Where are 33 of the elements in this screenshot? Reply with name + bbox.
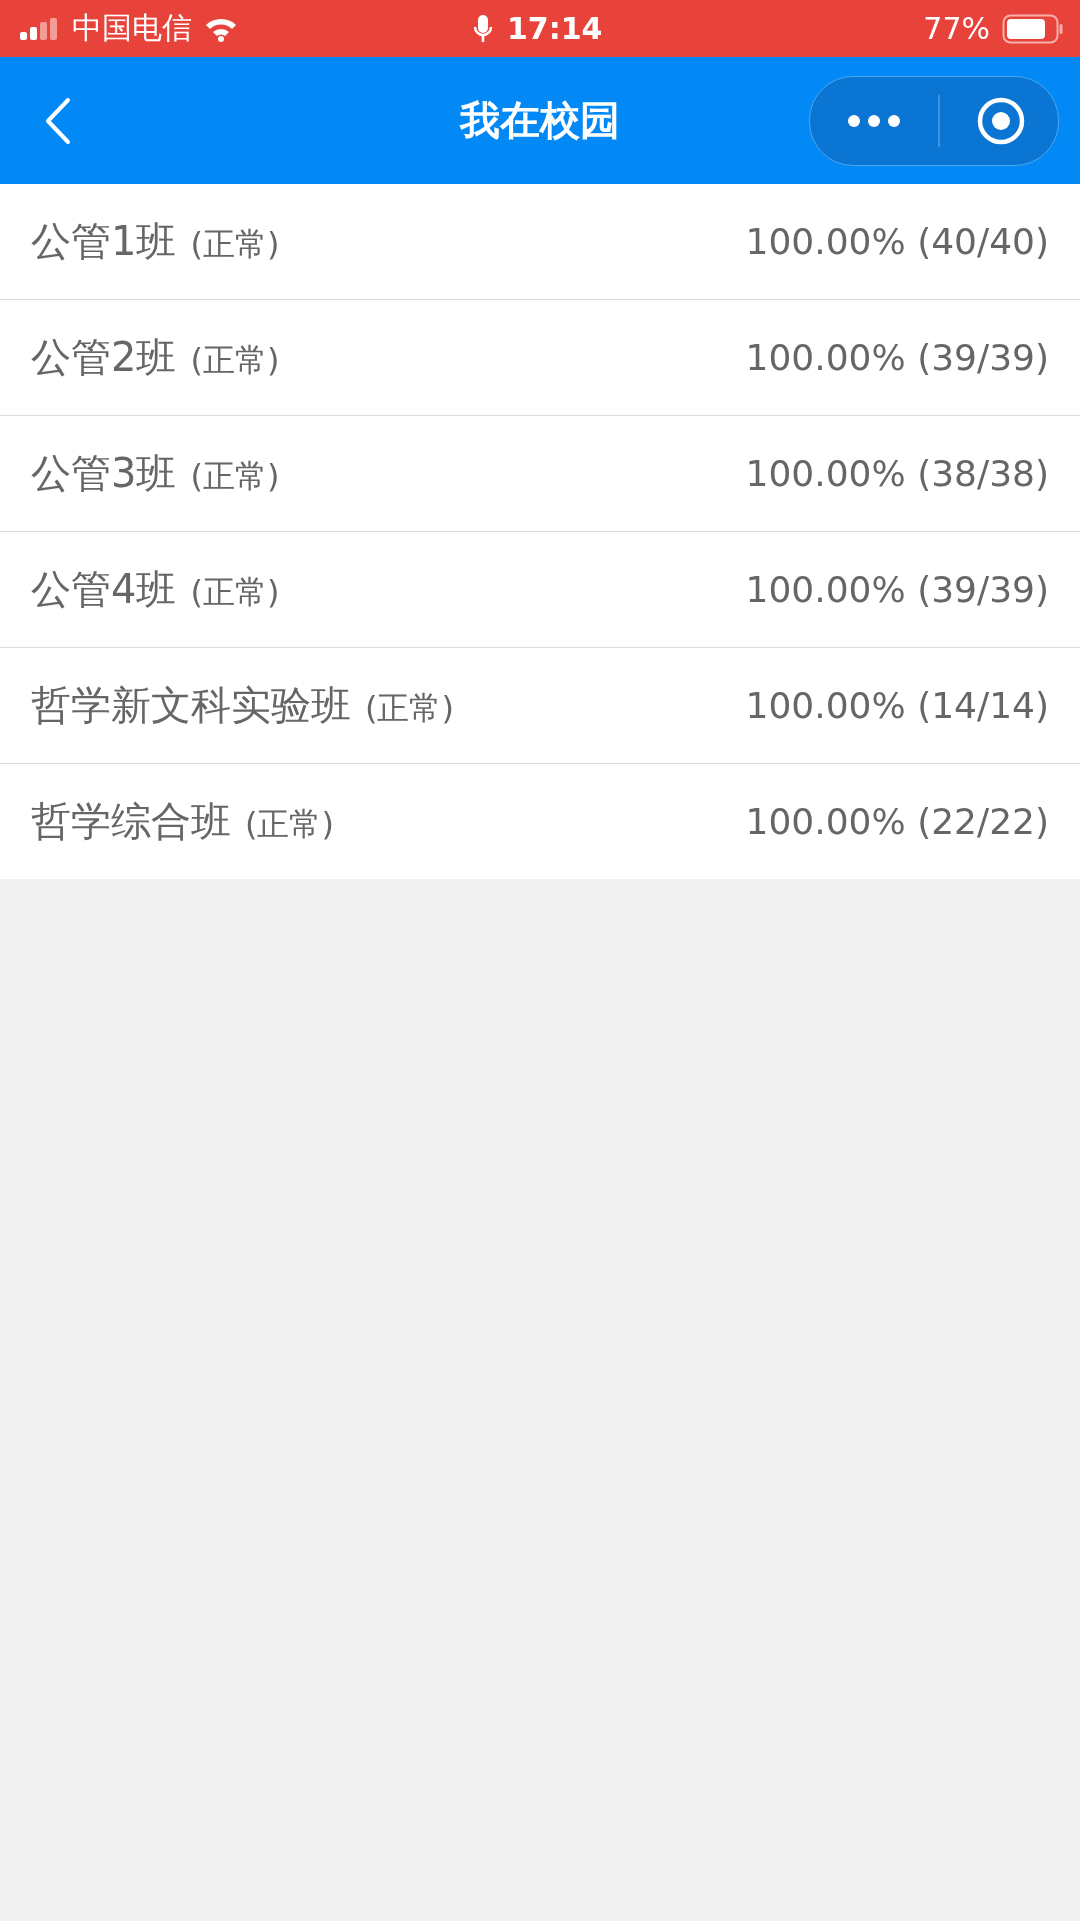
- class-name: 哲学综合班: [31, 797, 231, 846]
- class-status: (正常): [190, 572, 280, 613]
- page-title: 我在校园: [458, 96, 621, 145]
- signal-icon: [20, 17, 60, 40]
- class-row[interactable]: 公管1班 (正常) 100.00% (40/40): [0, 184, 1080, 300]
- class-row[interactable]: 公管3班 (正常) 100.00% (38/38): [0, 416, 1080, 532]
- attendance-rate: 100.00% (40/40): [745, 221, 1049, 262]
- more-button[interactable]: [846, 112, 902, 129]
- attendance-rate: 100.00% (38/38): [745, 453, 1049, 494]
- battery-icon: [1002, 13, 1064, 44]
- class-row[interactable]: 哲学新文科实验班 (正常) 100.00% (14/14): [0, 648, 1080, 764]
- class-status: (正常): [365, 688, 454, 729]
- class-name: 公管3班: [31, 449, 177, 498]
- class-row[interactable]: 公管2班 (正常) 100.00% (39/39): [0, 300, 1080, 416]
- clock-time: 17:14: [507, 11, 603, 46]
- class-row[interactable]: 哲学综合班 (正常) 100.00% (22/22): [0, 764, 1080, 879]
- battery-percent: 77%: [923, 11, 990, 46]
- attendance-rate: 100.00% (39/39): [745, 337, 1049, 378]
- microphone-icon: [473, 13, 493, 44]
- class-name: 公管2班: [31, 333, 177, 382]
- class-status: (正常): [190, 456, 280, 497]
- class-status: (正常): [245, 804, 334, 845]
- class-status: (正常): [190, 224, 280, 265]
- attendance-rate: 100.00% (14/14): [745, 685, 1049, 726]
- carrier-name: 中国电信: [72, 9, 192, 47]
- class-name: 公管1班: [31, 217, 177, 266]
- class-name: 哲学新文科实验班: [31, 681, 351, 730]
- close-button[interactable]: [976, 95, 1026, 146]
- attendance-rate: 100.00% (39/39): [745, 569, 1049, 610]
- class-status: (正常): [190, 340, 280, 381]
- class-name: 公管4班: [31, 565, 177, 614]
- attendance-rate: 100.00% (22/22): [745, 801, 1049, 842]
- class-row[interactable]: 公管4班 (正常) 100.00% (39/39): [0, 532, 1080, 648]
